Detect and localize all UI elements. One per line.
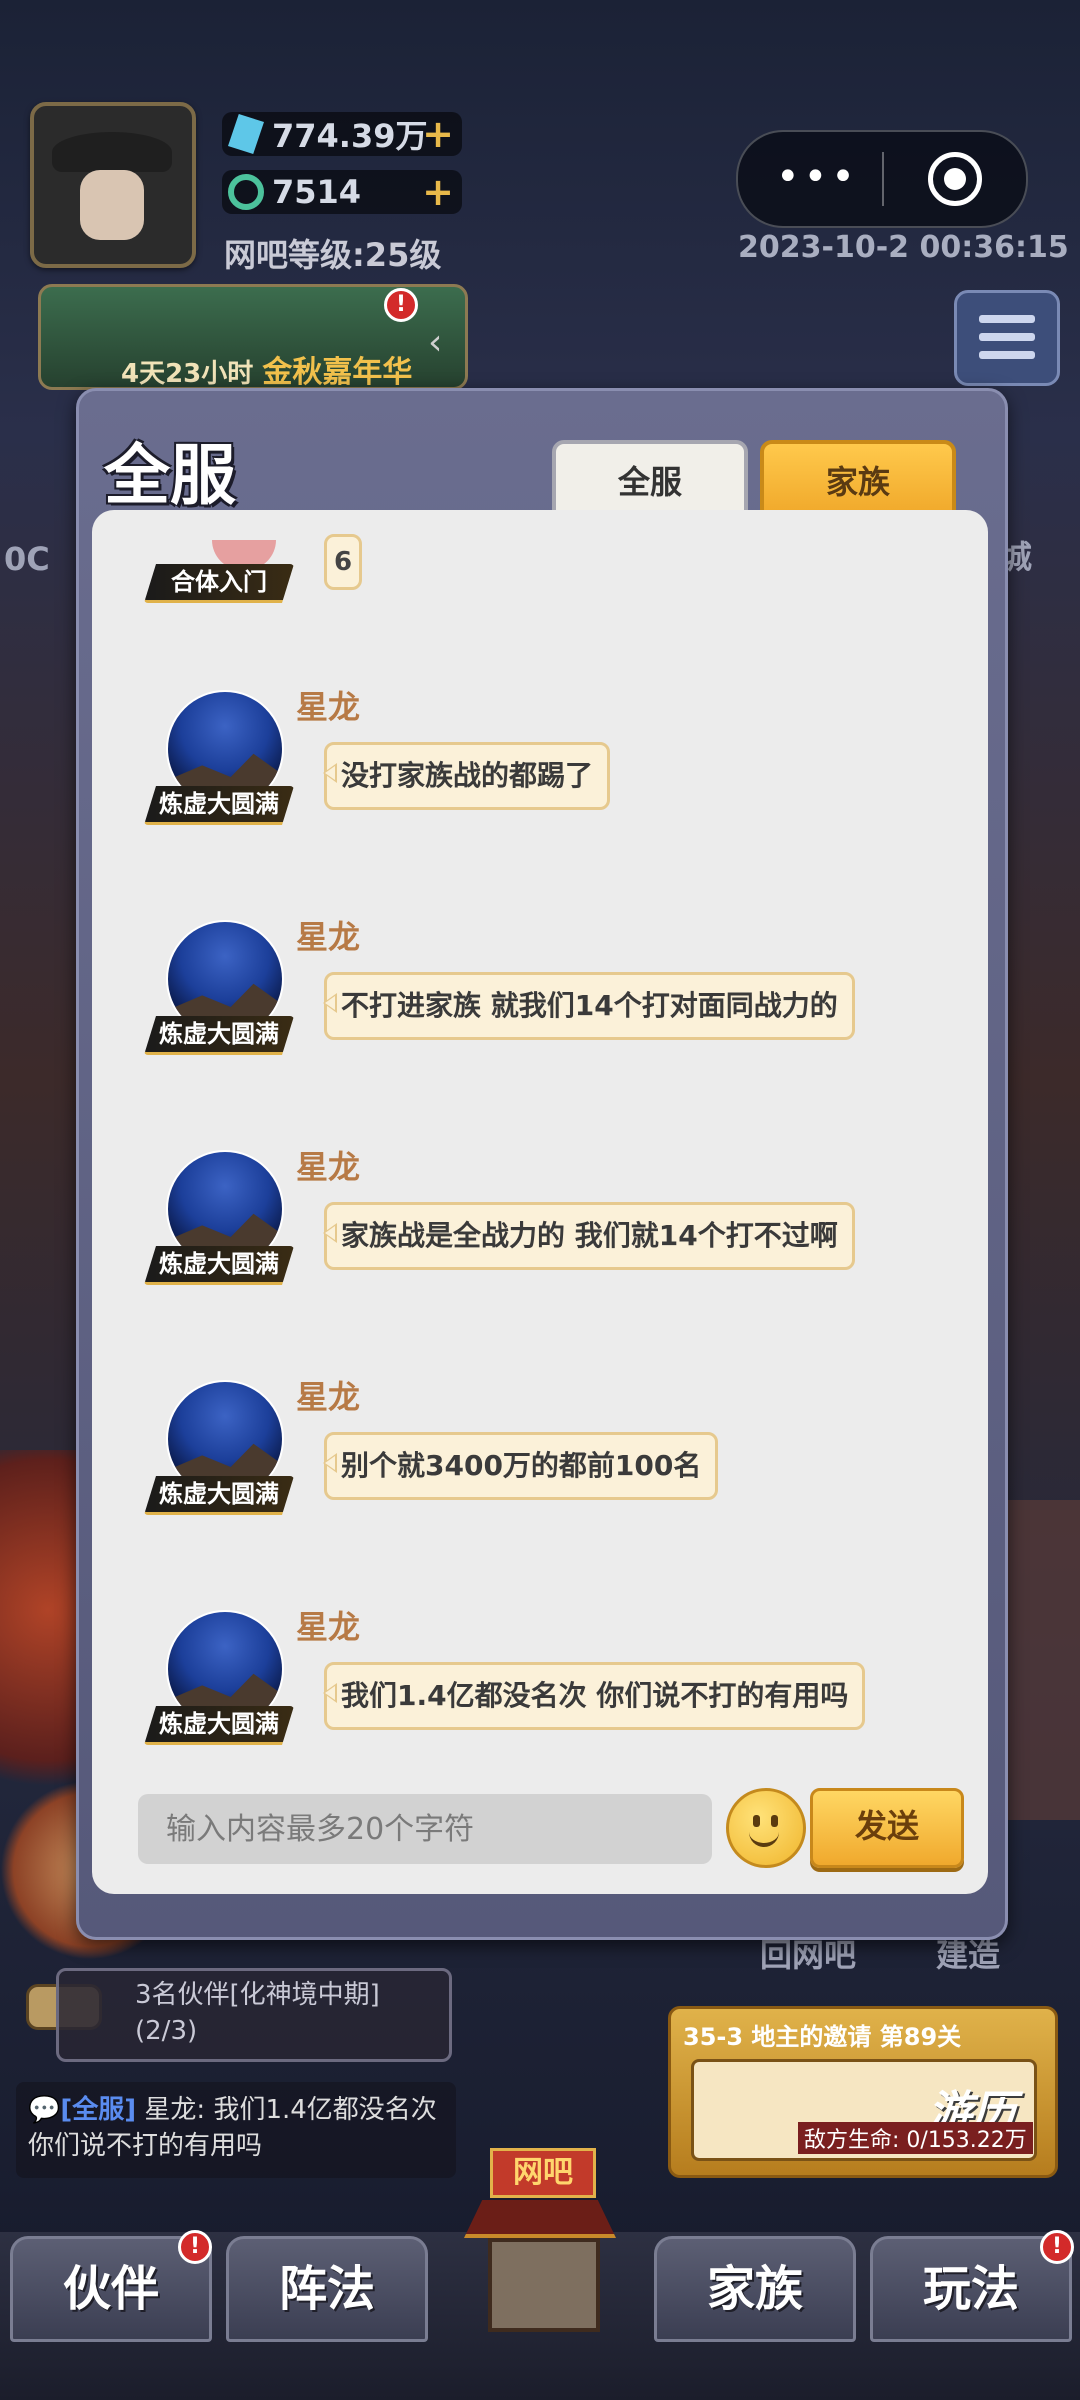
chat-ticker[interactable]: 💬[全服] 星龙: 我们1.4亿都没名次 你们说不打的有用吗 (16, 2082, 456, 2178)
menu-icon-bar (979, 351, 1035, 359)
menu-button[interactable] (954, 290, 1060, 386)
crystal-icon (228, 114, 264, 154)
task-tracker[interactable]: 3名伙伴[化神境中期](2/3) (56, 1968, 452, 2062)
avatar-hat (52, 132, 172, 172)
stage-panel[interactable]: 35-3 地主的邀请 第89关 游历 敌方生命: 0/153.22万 (668, 2006, 1058, 2178)
message-bubble: 不打进家族 就我们14个打对面同战力的 (323, 972, 855, 1040)
background-label-left: 0C (4, 540, 50, 578)
netbar-roof-icon (464, 2200, 616, 2238)
player-avatar[interactable] (30, 102, 196, 268)
enemy-hp: 敌方生命: 0/153.22万 (798, 2122, 1033, 2154)
rank-badge: 合体入门 (144, 564, 294, 603)
stage-title: 35-3 地主的邀请 第89关 (683, 2023, 962, 2051)
event-alert-badge: ! (384, 288, 418, 322)
smiley-icon (753, 1815, 760, 1827)
partner-alert-badge: ! (178, 2230, 212, 2264)
datetime: 2023-10-2 00:36:15 (738, 230, 1069, 265)
message-bubble: 别个就3400万的都前100名 (322, 1432, 719, 1500)
event-countdown: 4天23小时 (121, 359, 254, 389)
gameplay-alert-badge: ! (1040, 2230, 1074, 2264)
ticker-line: 💬[全服] 星龙: 我们1.4亿都没名次 你们说不打的有用吗 (28, 2095, 437, 2161)
sender-name: 星龙 (296, 918, 361, 956)
chat-input-field[interactable] (138, 1794, 712, 1864)
chat-message: 炼虚大圆满 星龙 没打家族战的都踢了 (92, 688, 988, 890)
rank-badge: 炼虚大圆满 (144, 1706, 294, 1745)
message-bubble: 6 (324, 534, 362, 590)
chat-message: 炼虚大圆满 星龙 不打进家族 就我们14个打对面同战力的 (92, 918, 988, 1120)
event-text: 4天23小时 金秋嘉年华 (121, 347, 412, 391)
stage-inner: 游历 敌方生命: 0/153.22万 (691, 2059, 1037, 2161)
collapse-arrow-icon[interactable]: ‹ (428, 322, 442, 363)
nav-family[interactable]: 家族 (654, 2236, 856, 2342)
chat-input[interactable] (138, 1794, 712, 1864)
more-icon[interactable]: ••• (776, 157, 859, 197)
rank-badge: 炼虚大圆满 (144, 1476, 294, 1515)
smiley-icon-mouth (749, 1827, 779, 1847)
nav-netbar[interactable]: 网吧 (452, 2148, 628, 2332)
panel-title: 全服 (104, 437, 236, 514)
crystal-resource: 774.39万 + (222, 112, 462, 156)
chat-message: 炼虚大圆满 星龙 家族战是全战力的 我们就14个打不过啊 (92, 1148, 988, 1350)
add-crystal-button[interactable]: + (422, 112, 454, 156)
sender-name: 星龙 (296, 1148, 361, 1186)
emoji-button[interactable] (726, 1788, 806, 1868)
chat-message: 炼虚大圆满 星龙 别个就3400万的都前100名 (92, 1378, 988, 1580)
netbar-door-icon (488, 2238, 600, 2332)
menu-icon (979, 315, 1035, 323)
add-jade-button[interactable]: + (422, 170, 454, 214)
avatar-face (80, 170, 144, 240)
task-text: 3名伙伴[化神境中期](2/3) (135, 1980, 380, 2046)
ticker-channel: [全服] (60, 2095, 137, 2125)
capsule-divider (882, 152, 884, 206)
tab-family[interactable]: 家族 (760, 440, 956, 520)
menu-icon-bar (979, 333, 1035, 341)
jade-icon (228, 174, 264, 210)
smiley-icon-eye (771, 1815, 778, 1827)
netbar-level: 网吧等级:25级 (224, 236, 442, 274)
netbar-sign: 网吧 (490, 2148, 596, 2198)
jade-value: 7514 (272, 173, 362, 211)
message-bubble: 家族战是全战力的 我们就14个打不过啊 (323, 1202, 855, 1270)
tab-all-server[interactable]: 全服 (552, 440, 748, 520)
rank-badge: 炼虚大圆满 (144, 1246, 294, 1285)
event-name: 金秋嘉年华 (262, 355, 413, 390)
miniprogram-capsule: ••• (736, 130, 1028, 228)
sender-name: 星龙 (296, 1378, 361, 1416)
message-bubble: 我们1.4亿都没名次 你们说不打的有用吗 (322, 1662, 866, 1730)
message-bubble: 没打家族战的都踢了 (322, 742, 611, 810)
rank-badge: 炼虚大圆满 (144, 786, 294, 825)
sender-name: 星龙 (296, 688, 361, 726)
jade-resource: 7514 + (222, 170, 462, 214)
chat-message: 炼虚大圆满 星龙 我们1.4亿都没名次 你们说不打的有用吗 (92, 1608, 988, 1810)
close-miniprogram-icon[interactable] (928, 152, 982, 206)
sender-name: 星龙 (296, 1608, 361, 1646)
chat-message-list[interactable]: 合体入门 6 炼虚大圆满 星龙 没打家族战的都踢了 炼虚大圆满 星龙 不打进家族… (92, 510, 988, 1894)
send-button[interactable]: 发送 (810, 1788, 964, 1868)
rank-badge: 炼虚大圆满 (144, 1016, 294, 1055)
crystal-value: 774.39万 (272, 117, 428, 155)
nav-formation[interactable]: 阵法 (226, 2236, 428, 2342)
